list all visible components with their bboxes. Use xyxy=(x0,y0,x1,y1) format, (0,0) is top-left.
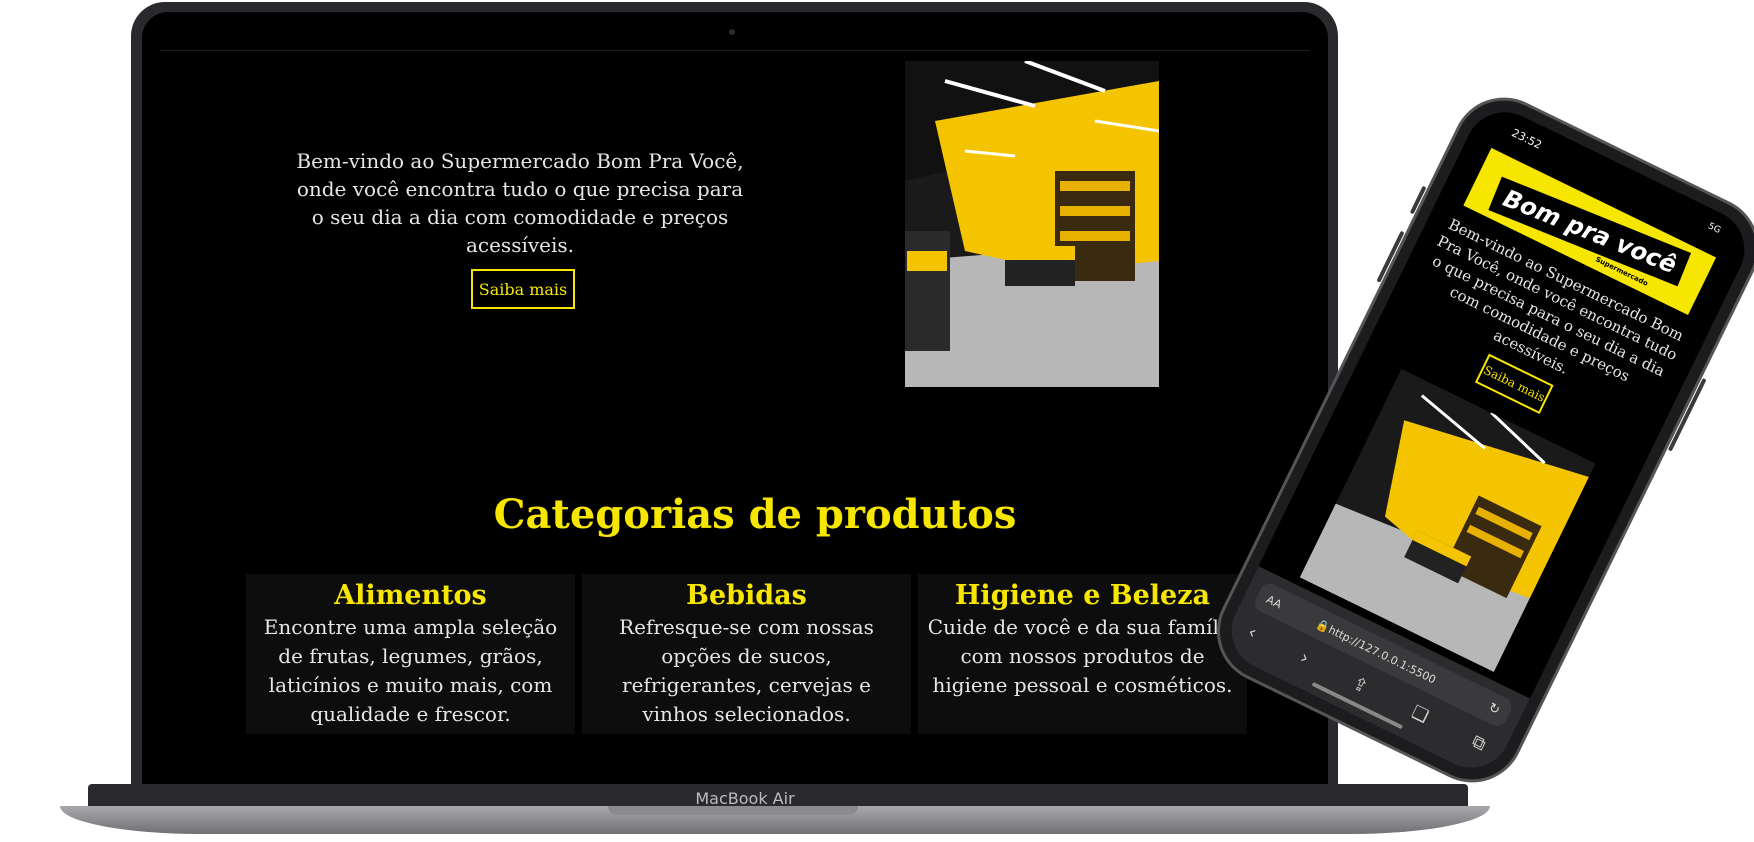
phone-time: 23:52 xyxy=(1509,126,1544,152)
card-title: Bebidas xyxy=(686,580,807,611)
reload-icon[interactable]: ↻ xyxy=(1486,700,1502,718)
back-icon[interactable]: ‹ xyxy=(1244,622,1260,644)
card-title: Higiene e Beleza xyxy=(954,580,1211,611)
forward-icon[interactable]: › xyxy=(1297,647,1313,669)
card-text: Cuide de você e da sua família com nosso… xyxy=(927,615,1238,697)
category-card-bebidas: Bebidas Refresque-se com nossas opções d… xyxy=(582,574,911,734)
laptop-screen: Bem-vindo ao Supermercado Bom Pra Você, … xyxy=(160,50,1310,786)
category-card-higiene: Higiene e Beleza Cuide de você e da sua … xyxy=(918,574,1247,734)
camera-icon xyxy=(729,29,735,35)
category-card-alimentos: Alimentos Encontre uma ampla seleção de … xyxy=(246,574,575,734)
laptop-model-label: MacBook Air xyxy=(695,789,795,808)
categories-title: Categorias de produtos xyxy=(493,491,1017,538)
tabs-icon[interactable]: ⧉ xyxy=(1468,731,1489,756)
card-text: Refresque-se com nossas opções de sucos,… xyxy=(619,615,874,726)
reader-aa-button[interactable]: AA xyxy=(1264,592,1284,610)
saiba-mais-button[interactable]: Saiba mais xyxy=(471,269,575,309)
bookmarks-icon[interactable]: ❏ xyxy=(1408,701,1432,727)
share-icon[interactable]: ⇪ xyxy=(1349,673,1372,698)
store-image xyxy=(905,61,1159,387)
phone-status: 5G xyxy=(1706,221,1723,237)
card-text: Encontre uma ampla seleção de frutas, le… xyxy=(263,615,558,726)
card-title: Alimentos xyxy=(334,580,487,611)
hero-text: Bem-vindo ao Supermercado Bom Pra Você, … xyxy=(296,149,744,257)
